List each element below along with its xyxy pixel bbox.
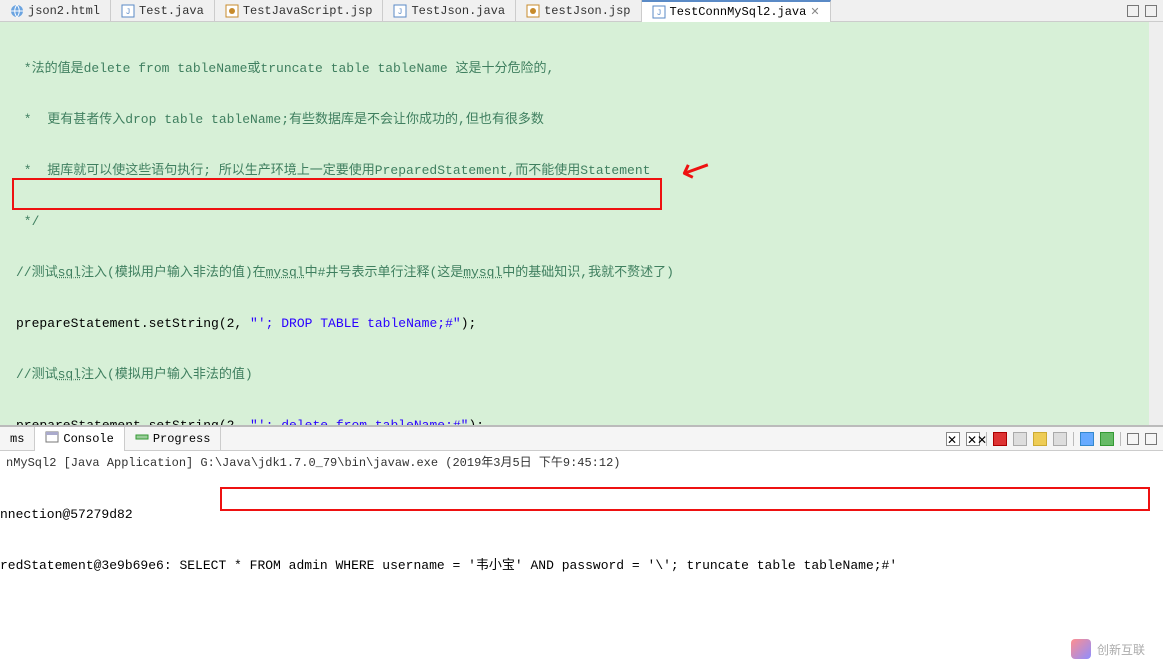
display-selected-console-icon[interactable] [1080,432,1094,446]
gutter-marker[interactable] [1155,72,1161,76]
close-tab-icon[interactable]: ✕ [810,5,819,19]
maximize-icon[interactable] [1145,433,1157,445]
separator [1073,432,1074,446]
java-file-icon: J [121,4,135,18]
tab-progress[interactable]: Progress [125,427,222,451]
tab-label: ms [10,432,24,446]
code-text: ); [468,418,484,425]
tab-label: TestJavaScript.jsp [243,4,373,18]
code-text: //测试 [16,265,58,280]
remove-all-launches-icon[interactable]: ✕✕ [966,432,980,446]
annotation-highlight-box [12,178,662,210]
console-toolbar: ✕ ✕✕ [946,432,1163,446]
svg-text:J: J [656,9,661,18]
gutter-marker[interactable] [1155,28,1161,32]
code-text: prepareStatement.setString(2, [16,316,250,331]
code-text: mysql [266,265,305,280]
tab-label: Test.java [139,4,204,18]
tabbar-right-icons [1127,5,1163,17]
pin-console-icon[interactable] [1053,432,1067,446]
console-launch-info: nMySql2 [Java Application] G:\Java\jdk1.… [0,451,1163,472]
open-console-icon[interactable] [1100,432,1114,446]
code-text: //测试 [16,367,58,382]
overview-ruler[interactable] [1149,22,1163,425]
code-text: 中的基础知识,我就不赘述了) [502,265,674,280]
console-icon [45,430,59,448]
maximize-icon[interactable] [1145,5,1157,17]
code-text: * 更有甚者传入drop table tableName;有些数据库是不会让你成… [16,112,544,127]
tab-label: Console [63,432,113,446]
tab-ms[interactable]: ms [0,427,35,451]
code-text: 注入(模拟用户输入非法的值) [81,367,253,382]
console-tabbar: ms Console Progress ✕ ✕✕ [0,427,1163,451]
console-pane: ms Console Progress ✕ ✕✕ [0,427,1163,663]
code-text: "'; delete from tableName;#" [250,418,468,425]
tab-testjson-jsp[interactable]: testJson.jsp [516,0,641,22]
code-text: mysql [463,265,502,280]
tab-testjavascript-jsp[interactable]: TestJavaScript.jsp [215,0,384,22]
remove-launch-icon[interactable]: ✕ [946,432,960,446]
java-file-icon: J [393,4,407,18]
code-text: *法的值是delete from tableName或truncate tabl… [16,61,554,76]
tab-label: json2.html [28,4,100,18]
gutter-marker[interactable] [1155,40,1161,44]
code-text: 注入(模拟用户输入非法的值)在 [81,265,266,280]
code-text: sql [58,367,81,382]
tab-testjson-java[interactable]: J TestJson.java [383,0,516,22]
clear-console-icon[interactable] [1013,432,1027,446]
java-file-icon: J [652,5,666,19]
minimize-icon[interactable] [1127,433,1139,445]
tab-label: TestJson.java [411,4,505,18]
tab-json2-html[interactable]: json2.html [0,0,111,22]
jsp-file-icon [526,4,540,18]
console-output[interactable]: nnection@57279d82 redStatement@3e9b69e6:… [0,472,1163,663]
web-file-icon [10,4,24,18]
code-text: "'; DROP TABLE tableName;#" [250,316,461,331]
tab-label: Progress [153,432,211,446]
console-line: redStatement@3e9b69e6: SELECT * FROM adm… [0,557,1157,574]
svg-text:J: J [126,8,131,17]
tab-testconnmysql2-java[interactable]: J TestConnMySql2.java ✕ [642,0,831,22]
tab-console[interactable]: Console [35,427,124,451]
progress-icon [135,430,149,448]
tab-test-java[interactable]: J Test.java [111,0,215,22]
code-text: prepareStatement.setString(2, [16,418,250,425]
code-text: ); [461,316,477,331]
scroll-lock-icon[interactable] [1033,432,1047,446]
tab-label: testJson.jsp [544,4,630,18]
code-text: 中#井号表示单行注释(这是 [305,265,464,280]
svg-text:J: J [398,8,403,17]
editor-tabbar: json2.html J Test.java TestJavaScript.js… [0,0,1163,22]
separator [1120,432,1121,446]
tab-label: TestConnMySql2.java [670,5,807,19]
separator [986,432,987,446]
code-editor[interactable]: *法的值是delete from tableName或truncate tabl… [0,22,1163,425]
code-text: * 据库就可以使这些语句执行; 所以生产环境上一定要使用PreparedStat… [16,163,650,178]
terminate-icon[interactable] [993,432,1007,446]
editor-pane: *法的值是delete from tableName或truncate tabl… [0,22,1163,427]
console-line: nnection@57279d82 [0,506,1157,523]
jsp-file-icon [225,4,239,18]
code-text: sql [58,265,81,280]
restore-icon[interactable] [1127,5,1139,17]
code-text: */ [16,214,39,229]
